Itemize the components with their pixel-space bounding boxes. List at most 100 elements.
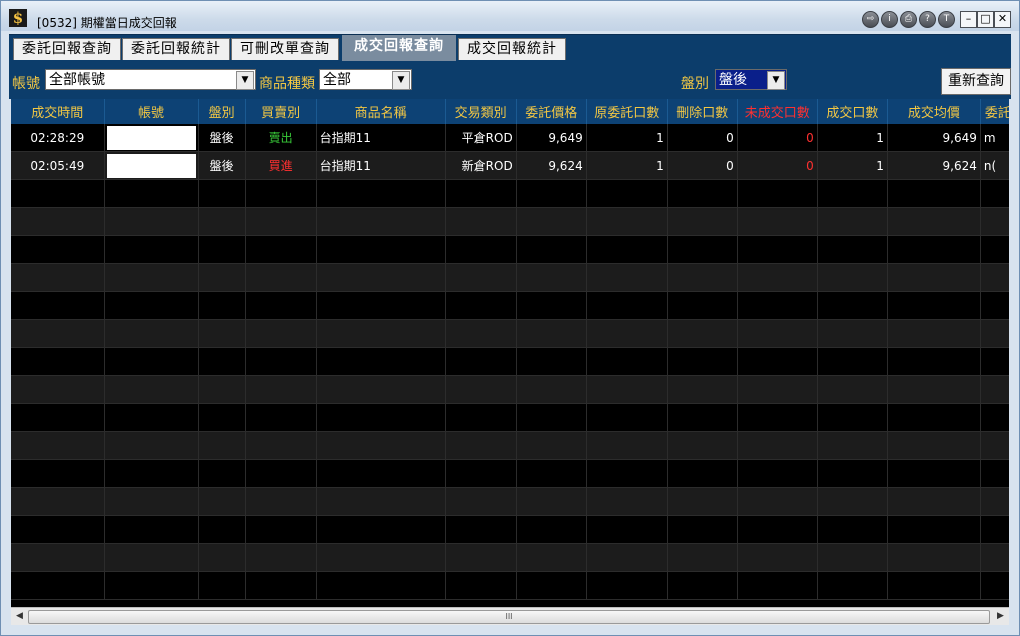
empty-row <box>11 571 1009 600</box>
col-order-price[interactable]: 委託價格 <box>516 99 587 124</box>
col-side[interactable]: 買賣別 <box>245 99 317 124</box>
empty-cell <box>198 571 246 600</box>
empty-cell <box>104 179 199 208</box>
empty-cell <box>737 291 818 320</box>
empty-cell <box>316 235 446 264</box>
empty-cell <box>445 515 517 544</box>
empty-cell <box>667 515 738 544</box>
col-account[interactable]: 帳號 <box>104 99 199 124</box>
tab-order-report-query[interactable]: 委託回報查詢 <box>13 38 121 60</box>
product-type-label: 商品種類 <box>259 76 315 92</box>
empty-cell <box>104 319 199 348</box>
empty-cell <box>11 347 105 376</box>
empty-cell <box>667 263 738 292</box>
empty-cell <box>198 263 246 292</box>
empty-cell <box>737 515 818 544</box>
cell-account <box>104 151 199 180</box>
empty-cell <box>104 207 199 236</box>
empty-cell <box>887 179 981 208</box>
empty-cell <box>245 375 317 404</box>
empty-cell <box>316 347 446 376</box>
empty-cell <box>980 487 1009 516</box>
requery-button[interactable]: 重新查詢 <box>941 68 1011 95</box>
cell-avg-price: 9,649 <box>887 124 981 152</box>
col-unfilled-qty[interactable]: 未成交口數 <box>737 99 818 124</box>
chevron-down-icon[interactable]: ▼ <box>236 71 254 90</box>
table-row[interactable]: 02:05:49 盤後 買進 台指期11 新倉ROD 9,624 1 0 0 1… <box>11 151 1009 180</box>
help-icon[interactable]: ? <box>919 11 936 28</box>
empty-cell <box>667 235 738 264</box>
scrollbar-thumb[interactable]: III <box>28 610 990 624</box>
close-button[interactable]: ✕ <box>994 11 1011 28</box>
empty-cell <box>887 319 981 348</box>
col-fill-time[interactable]: 成交時間 <box>11 99 105 124</box>
col-avg-price[interactable]: 成交均價 <box>887 99 981 124</box>
print-icon[interactable]: ⎙ <box>900 11 917 28</box>
empty-cell <box>198 515 246 544</box>
empty-cell <box>445 263 517 292</box>
account-label: 帳號 <box>12 76 40 92</box>
empty-cell <box>104 543 199 572</box>
maximize-button[interactable]: □ <box>977 11 994 28</box>
col-cancel-qty[interactable]: 刪除口數 <box>667 99 738 124</box>
horizontal-scrollbar[interactable]: ◀ III ▶ <box>11 607 1009 625</box>
empty-cell <box>980 431 1009 460</box>
empty-cell <box>737 571 818 600</box>
empty-cell <box>245 347 317 376</box>
empty-cell <box>316 459 446 488</box>
empty-cell <box>586 207 668 236</box>
export-icon[interactable]: ⇨ <box>862 11 879 28</box>
empty-cell <box>667 375 738 404</box>
empty-cell <box>11 459 105 488</box>
chevron-down-icon[interactable]: ▼ <box>767 71 785 90</box>
tab-fill-report-query[interactable]: 成交回報查詢 <box>342 35 456 61</box>
tab-order-report-stats[interactable]: 委託回報統計 <box>122 38 230 60</box>
empty-cell <box>445 543 517 572</box>
cell-order-no: n( <box>980 151 1009 180</box>
topmost-icon[interactable]: T <box>938 11 955 28</box>
product-type-select[interactable]: 全部 ▼ <box>319 69 412 90</box>
empty-cell <box>887 347 981 376</box>
empty-cell <box>980 515 1009 544</box>
tab-fill-report-stats[interactable]: 成交回報統計 <box>458 38 566 60</box>
empty-cell <box>245 235 317 264</box>
chevron-down-icon[interactable]: ▼ <box>392 71 410 90</box>
empty-cell <box>316 179 446 208</box>
empty-row <box>11 263 1009 292</box>
empty-cell <box>817 291 888 320</box>
col-filled-qty[interactable]: 成交口數 <box>817 99 888 124</box>
empty-cell <box>245 487 317 516</box>
empty-cell <box>980 291 1009 320</box>
session-select[interactable]: 盤後 ▼ <box>715 69 787 90</box>
empty-cell <box>316 375 446 404</box>
empty-cell <box>11 403 105 432</box>
col-orig-qty[interactable]: 原委託口數 <box>586 99 668 124</box>
empty-cell <box>11 487 105 516</box>
empty-cell <box>667 403 738 432</box>
account-select[interactable]: 全部帳號 ▼ <box>45 69 256 90</box>
empty-cell <box>445 207 517 236</box>
empty-cell <box>586 319 668 348</box>
empty-cell <box>104 235 199 264</box>
col-trade-type[interactable]: 交易類別 <box>445 99 517 124</box>
empty-cell <box>586 543 668 572</box>
col-session[interactable]: 盤別 <box>198 99 246 124</box>
empty-cell <box>737 487 818 516</box>
empty-row <box>11 207 1009 236</box>
col-order-no[interactable]: 委託 <box>980 99 1009 124</box>
minimize-button[interactable]: – <box>960 11 977 28</box>
empty-cell <box>198 375 246 404</box>
empty-cell <box>316 515 446 544</box>
window-title: [0532] 期權當日成交回報 <box>37 16 177 30</box>
empty-cell <box>198 319 246 348</box>
empty-cell <box>445 235 517 264</box>
tab-cancelable-orders[interactable]: 可刪改單查詢 <box>231 38 339 60</box>
info-icon[interactable]: i <box>881 11 898 28</box>
col-product-name[interactable]: 商品名稱 <box>316 99 446 124</box>
scroll-right-icon[interactable]: ▶ <box>993 609 1008 624</box>
table-row[interactable]: 02:28:29 盤後 賣出 台指期11 平倉ROD 9,649 1 0 0 1… <box>11 124 1009 152</box>
empty-cell <box>11 543 105 572</box>
empty-cell <box>980 235 1009 264</box>
empty-cell <box>586 179 668 208</box>
scroll-left-icon[interactable]: ◀ <box>12 609 27 624</box>
